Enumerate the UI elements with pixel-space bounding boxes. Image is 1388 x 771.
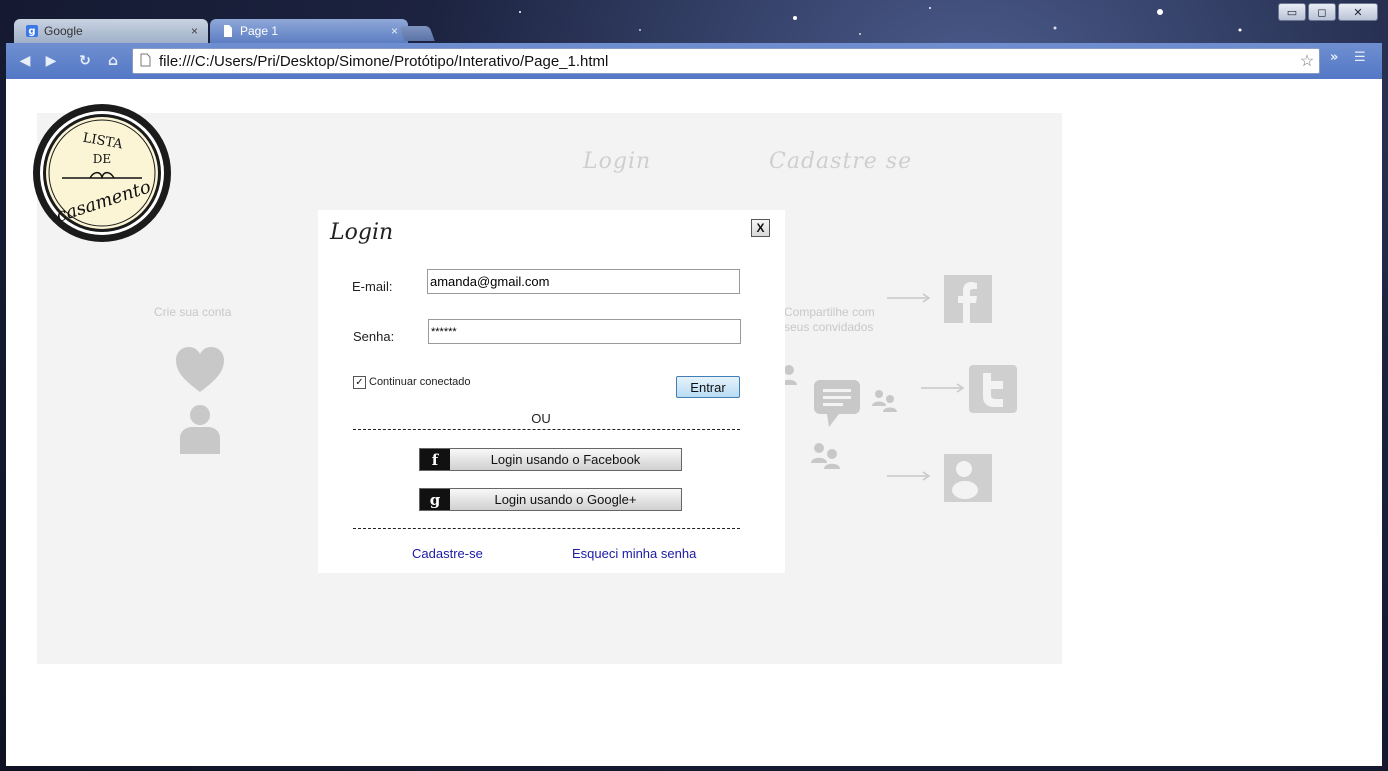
address-bar[interactable]: file:///C:/Users/Pri/Desktop/Simone/Prot… — [132, 48, 1320, 74]
minimize-button[interactable]: ▭ — [1278, 3, 1306, 21]
tab-label: Google — [44, 24, 83, 38]
password-label: Senha: — [353, 329, 395, 344]
tab-label: Page 1 — [240, 24, 279, 38]
google-plus-icon: g — [420, 489, 450, 510]
create-account-title: Crie sua conta — [154, 305, 232, 319]
signup-link[interactable]: Cadastre-se — [412, 546, 483, 561]
tab-page-1[interactable]: Page 1 × — [210, 19, 408, 43]
divider — [353, 528, 740, 529]
or-divider-label: OU — [531, 411, 551, 426]
tab-google[interactable]: g Google × — [14, 19, 208, 43]
tab-close-icon[interactable]: × — [391, 24, 398, 38]
facebook-login-button[interactable]: f Login usando o Facebook — [419, 448, 682, 471]
nav-signup-link[interactable]: Cadastre se — [769, 149, 912, 174]
nav-login-link[interactable]: Login — [583, 149, 651, 174]
google-plus-icon — [944, 454, 992, 502]
facebook-login-label: Login usando o Facebook — [490, 452, 641, 467]
tab-close-icon[interactable]: × — [191, 24, 198, 38]
forgot-password-link[interactable]: Esqueci minha senha — [572, 546, 696, 561]
share-title-line2: seus convidados — [784, 320, 874, 334]
twitter-icon — [969, 365, 1017, 413]
enter-button[interactable]: Entrar — [676, 376, 740, 398]
login-modal: Login X E-mail: Senha: ✓ Continuar conec… — [318, 210, 785, 573]
home-icon[interactable]: ⌂ — [104, 52, 122, 70]
logo-line2: DE — [93, 152, 111, 166]
facebook-icon: f — [420, 449, 450, 470]
arrow-icon — [887, 471, 931, 481]
page-canvas: Login Cadastre se Crie sua conta Compart… — [37, 113, 1062, 664]
facebook-icon — [944, 275, 992, 323]
heart-icon — [176, 347, 224, 392]
password-field[interactable] — [428, 319, 741, 344]
modal-close-button[interactable]: X — [751, 219, 770, 237]
arrow-icon — [921, 383, 965, 393]
page-viewport: Login Cadastre se Crie sua conta Compart… — [6, 79, 1382, 766]
modal-title: Login — [330, 220, 394, 245]
browser-window: ▭ ◻ ✕ g Google × Page 1 × ◀ ▶ ↻ ⌂ file:/… — [0, 0, 1388, 771]
remember-label: Continuar conectado — [369, 376, 471, 388]
share-title-line1: Compartilhe com — [784, 305, 875, 319]
forward-icon[interactable]: ▶ — [42, 52, 60, 70]
wedding-list-logo[interactable]: LISTA DE casamento — [32, 103, 172, 243]
bookmark-star-icon[interactable]: ☆ — [1295, 51, 1319, 71]
divider — [353, 429, 740, 430]
page-icon — [222, 25, 234, 37]
arrow-icon — [887, 293, 931, 303]
url-text[interactable]: file:///C:/Users/Pri/Desktop/Simone/Prot… — [159, 53, 1295, 70]
email-field[interactable] — [427, 269, 740, 294]
extensions-overflow-icon[interactable]: » — [1330, 50, 1338, 65]
back-icon[interactable]: ◀ — [16, 52, 34, 70]
user-icon — [180, 405, 220, 454]
window-controls: ▭ ◻ ✕ — [1278, 3, 1378, 21]
people-icon — [811, 443, 840, 469]
share-title: Compartilhe com seus convidados — [784, 305, 875, 335]
page-info-icon — [137, 53, 153, 70]
email-label: E-mail: — [352, 279, 393, 294]
google-login-button[interactable]: g Login usando o Google+ — [419, 488, 682, 511]
chat-bubble-icon — [814, 380, 860, 427]
remember-checkbox[interactable]: ✓ — [353, 376, 366, 389]
close-window-button[interactable]: ✕ — [1338, 3, 1378, 21]
google-login-label: Login usando o Google+ — [494, 492, 637, 507]
people-icon — [872, 390, 897, 412]
new-tab-button[interactable] — [399, 26, 435, 41]
menu-icon[interactable]: ☰ — [1354, 50, 1366, 65]
reload-icon[interactable]: ↻ — [76, 52, 94, 70]
window-titlebar-background — [519, 7, 1242, 35]
maximize-button[interactable]: ◻ — [1308, 3, 1336, 21]
google-favicon-icon: g — [26, 25, 38, 37]
